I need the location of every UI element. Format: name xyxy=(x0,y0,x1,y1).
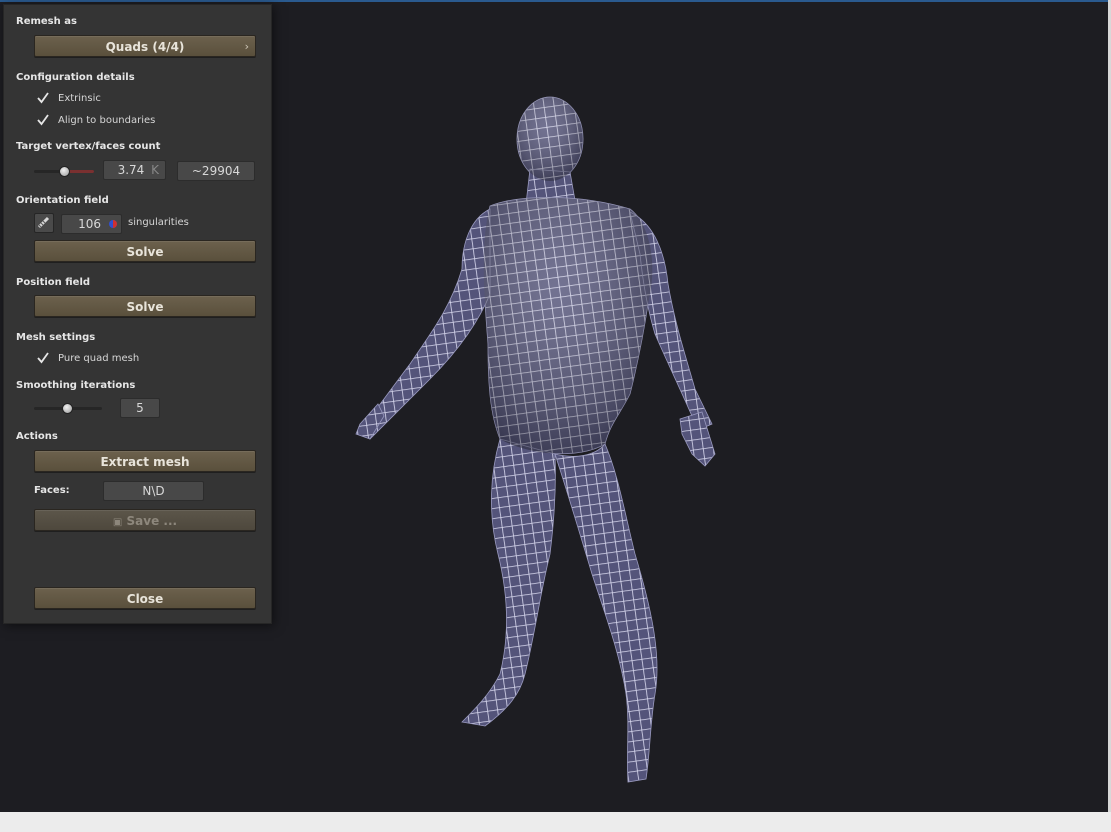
singularities-label: singularities xyxy=(128,217,189,228)
pure-quad-check-icon[interactable] xyxy=(36,351,50,365)
remesh-type-button[interactable]: Quads (4/4) › xyxy=(34,35,256,57)
align-boundaries-label: Align to boundaries xyxy=(58,115,156,126)
pure-quad-label: Pure quad mesh xyxy=(58,353,140,364)
extract-mesh-button[interactable]: Extract mesh xyxy=(34,450,256,472)
target-value: 3.74 xyxy=(117,163,145,177)
target-count-label: Target vertex/faces count xyxy=(16,141,161,152)
human-quad-mesh xyxy=(355,96,716,783)
comb-icon xyxy=(37,216,50,229)
window-bottom-edge xyxy=(0,812,1111,832)
align-boundaries-check-icon[interactable] xyxy=(36,113,50,127)
mesh-settings-label: Mesh settings xyxy=(16,332,96,343)
singularity-count: 106 xyxy=(78,217,101,231)
actions-label: Actions xyxy=(16,431,58,442)
smoothing-slider-knob[interactable] xyxy=(62,403,73,414)
extrinsic-label: Extrinsic xyxy=(58,93,101,104)
orientation-field-label: Orientation field xyxy=(16,195,109,206)
faces-estimate-field: ~29904 xyxy=(177,161,255,181)
save-label: Save ... xyxy=(126,514,178,528)
remesh-as-label: Remesh as xyxy=(16,16,77,27)
remesh-panel: Remesh as Quads (4/4) › Configuration de… xyxy=(3,4,272,624)
extrinsic-check-icon[interactable] xyxy=(36,91,50,105)
position-field-label: Position field xyxy=(16,277,91,288)
faces-value-field: N\D xyxy=(103,481,204,501)
orientation-tool-button[interactable] xyxy=(34,213,54,233)
save-button[interactable]: ▣ Save ... xyxy=(34,509,256,531)
target-slider-knob[interactable] xyxy=(59,166,70,177)
target-slider-fill xyxy=(66,170,94,173)
smoothing-value-field[interactable]: 5 xyxy=(120,398,160,418)
close-button[interactable]: Close xyxy=(34,587,256,609)
faces-label: Faces: xyxy=(34,485,70,496)
target-value-field[interactable]: 3.74 K xyxy=(103,160,166,180)
smoothing-iterations-label: Smoothing iterations xyxy=(16,380,136,391)
floppy-disk-icon: ▣ xyxy=(112,517,123,528)
singularity-dot-icon xyxy=(109,220,117,228)
remesh-type-label: Quads (4/4) xyxy=(105,40,185,54)
position-solve-button[interactable]: Solve xyxy=(34,295,256,317)
orientation-solve-button[interactable]: Solve xyxy=(34,240,256,262)
chevron-right-icon: › xyxy=(244,40,249,53)
config-details-label: Configuration details xyxy=(16,72,135,83)
target-unit: K xyxy=(151,163,159,177)
